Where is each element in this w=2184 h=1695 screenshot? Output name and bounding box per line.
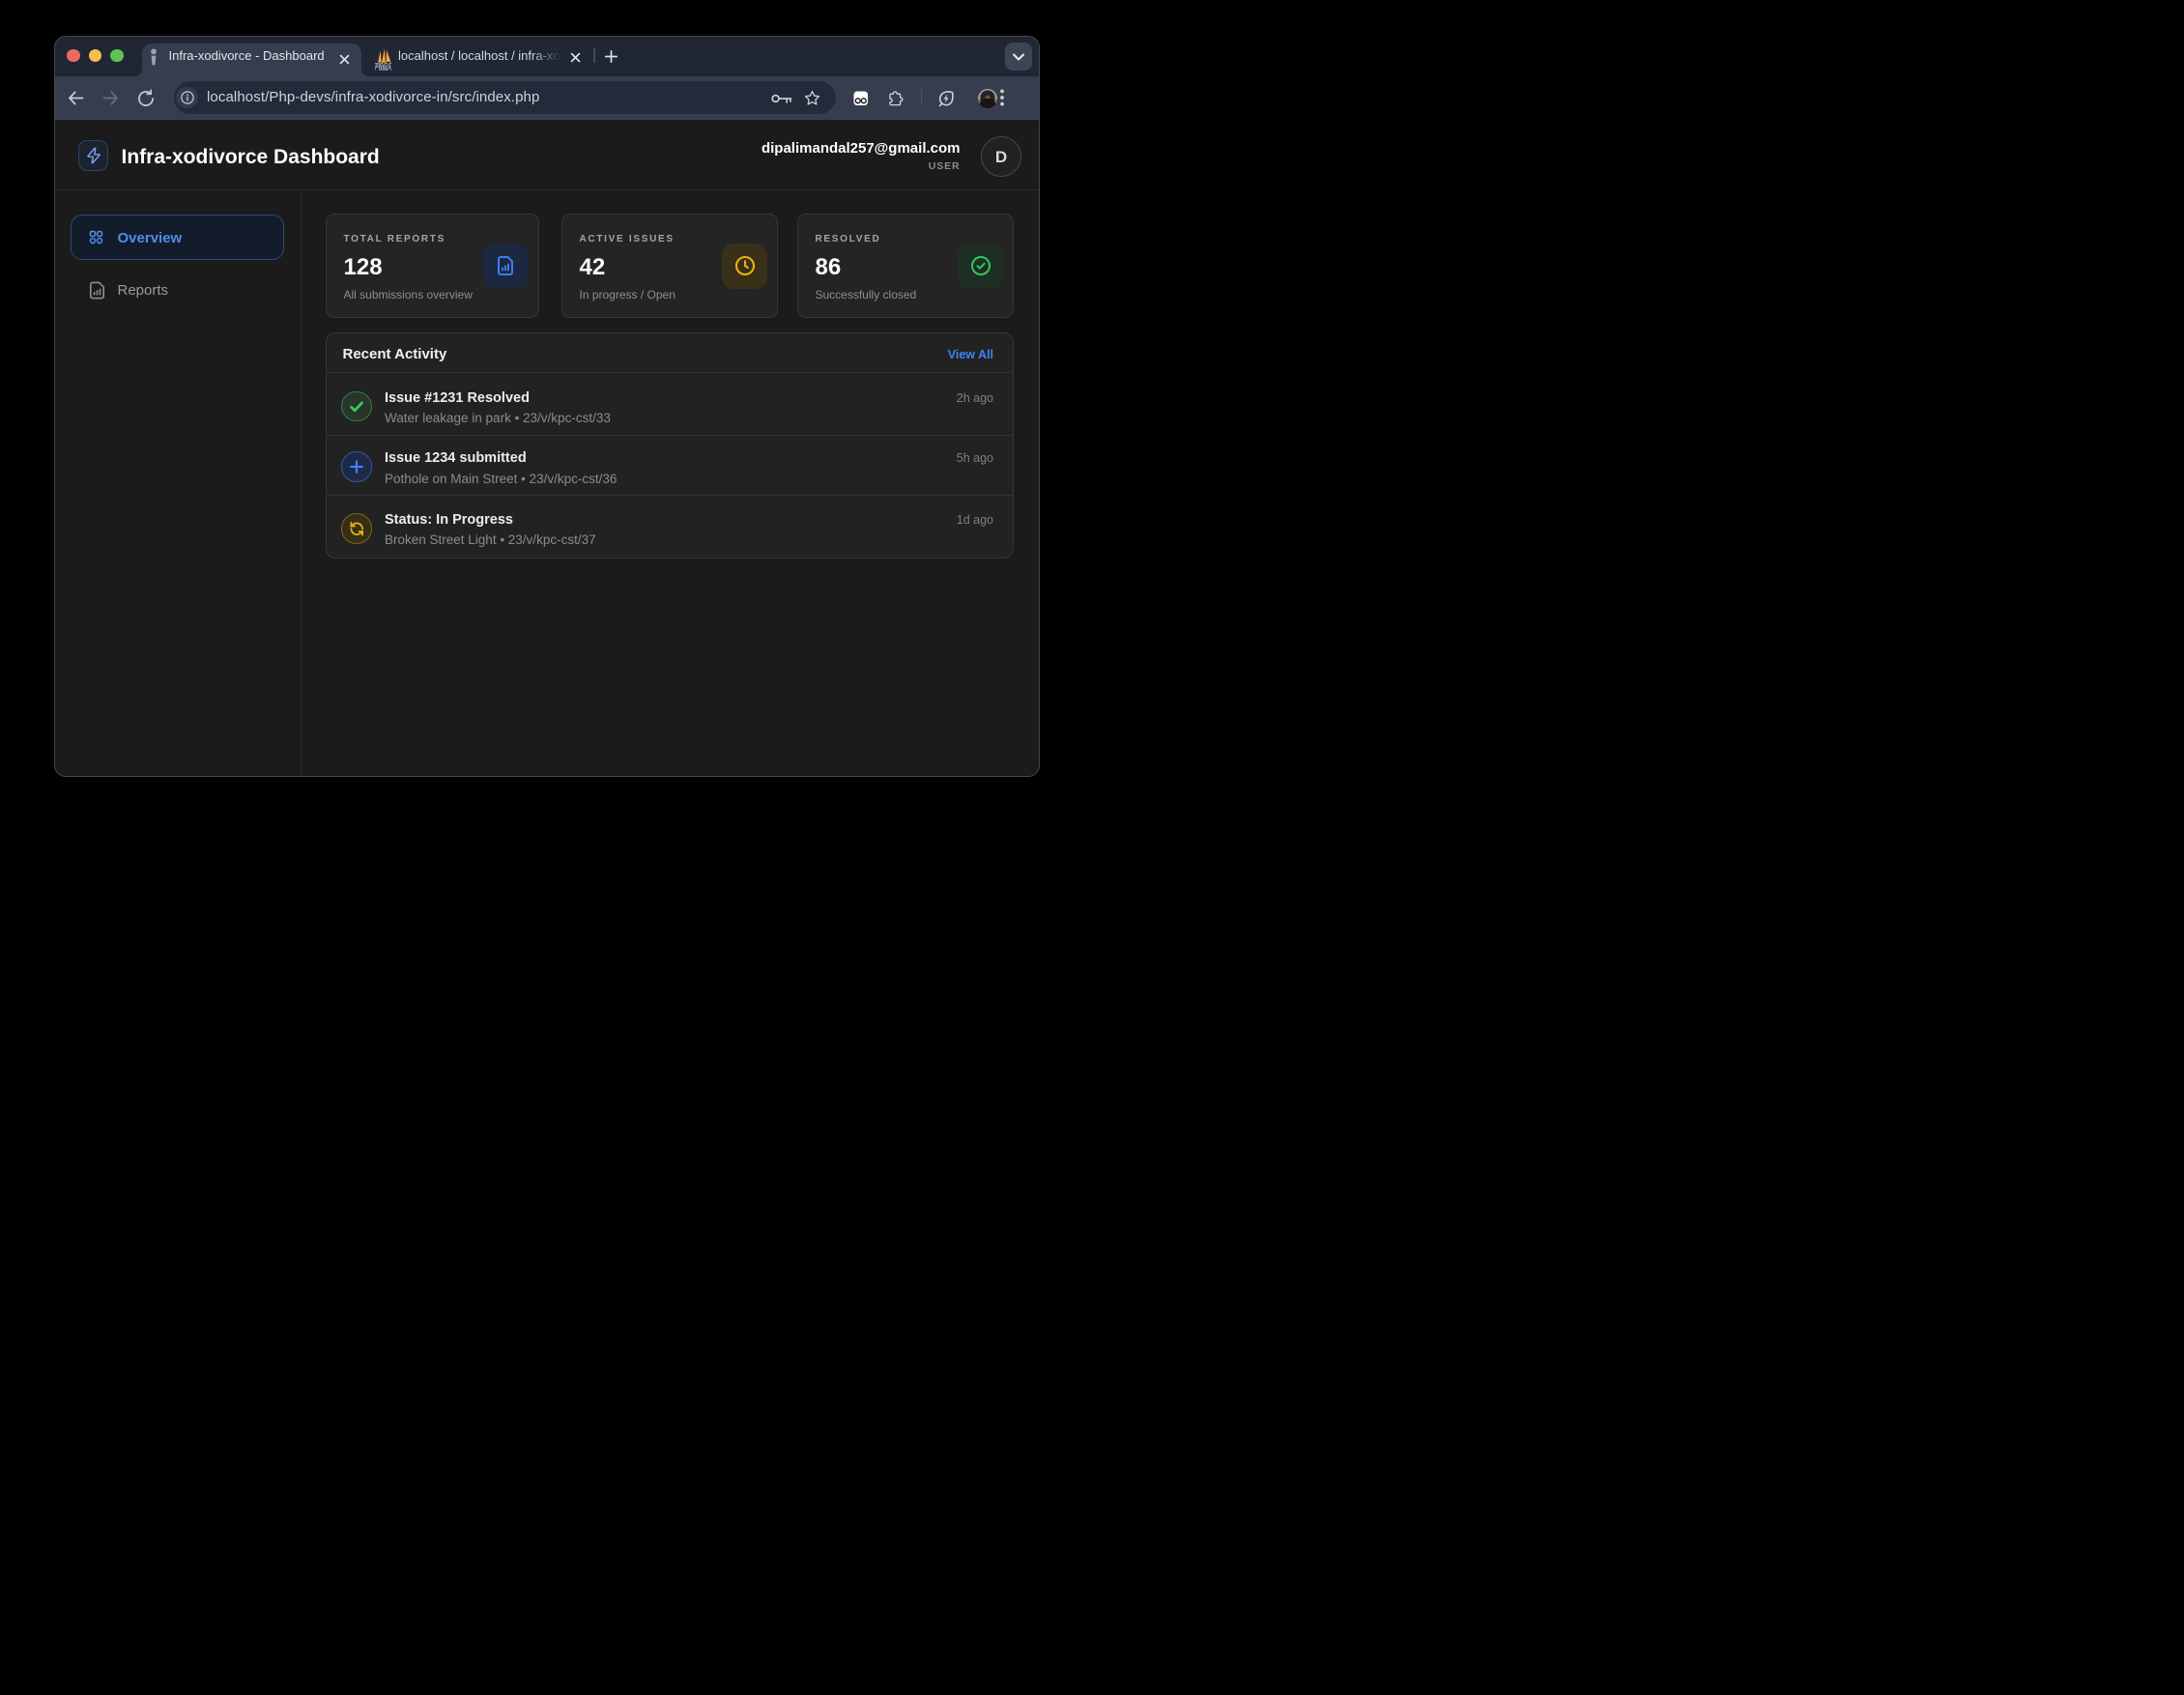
svg-text:PMA: PMA (375, 62, 391, 72)
